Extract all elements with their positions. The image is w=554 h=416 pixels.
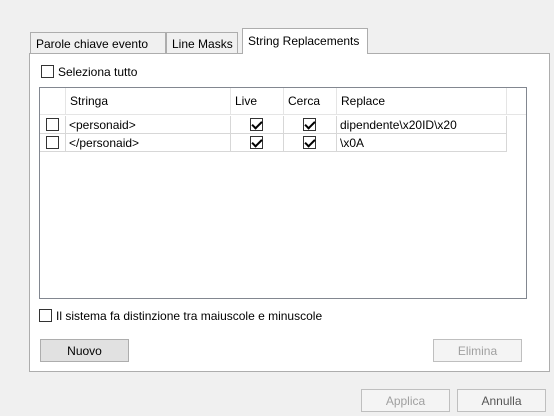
- table-row[interactable]: </personaid> \x0A: [40, 134, 526, 152]
- cerca-cell: [284, 134, 337, 152]
- new-button[interactable]: Nuovo: [40, 339, 129, 362]
- case-sensitive-checkbox[interactable]: [39, 309, 52, 322]
- header-replace[interactable]: Replace: [337, 88, 507, 114]
- header-cerca[interactable]: Cerca: [284, 88, 337, 114]
- header-stringa[interactable]: Stringa: [66, 88, 231, 114]
- select-all-checkbox[interactable]: [41, 65, 54, 78]
- replace-cell[interactable]: \x0A: [337, 134, 507, 152]
- table-row[interactable]: <personaid> dipendente\x20ID\x20: [40, 116, 526, 134]
- cancel-button[interactable]: Annulla: [457, 389, 546, 412]
- live-cell: [231, 116, 284, 134]
- row-select-checkbox[interactable]: [46, 118, 59, 131]
- header-live[interactable]: Live: [231, 88, 284, 114]
- select-all-label: Seleziona tutto: [58, 65, 138, 79]
- row-select-cell: [40, 134, 66, 152]
- cerca-checkbox[interactable]: [303, 136, 316, 149]
- cerca-cell: [284, 116, 337, 134]
- tab-event-keywords[interactable]: Parole chiave evento: [30, 32, 166, 54]
- live-cell: [231, 134, 284, 152]
- delete-button[interactable]: Elimina: [433, 339, 522, 362]
- case-sensitive-label: Il sistema fa distinzione tra maiuscole …: [56, 309, 323, 323]
- header-select[interactable]: [40, 88, 66, 114]
- stringa-cell[interactable]: <personaid>: [66, 116, 231, 134]
- table-header: Stringa Live Cerca Replace: [40, 88, 526, 115]
- string-replacements-table[interactable]: Stringa Live Cerca Replace <personaid> d…: [39, 87, 527, 299]
- string-replacements-panel: Seleziona tutto Stringa Live Cerca Repla…: [29, 53, 550, 372]
- cerca-checkbox[interactable]: [303, 118, 316, 131]
- tab-line-masks[interactable]: Line Masks: [166, 32, 238, 54]
- replace-cell[interactable]: dipendente\x20ID\x20: [337, 116, 507, 134]
- apply-button[interactable]: Applica: [361, 389, 450, 412]
- tab-strip: Parole chiave evento Line Masks String R…: [30, 28, 390, 54]
- row-select-cell: [40, 116, 66, 134]
- live-checkbox[interactable]: [250, 136, 263, 149]
- row-select-checkbox[interactable]: [46, 136, 59, 149]
- tab-string-replacements[interactable]: String Replacements: [242, 28, 368, 54]
- live-checkbox[interactable]: [250, 118, 263, 131]
- stringa-cell[interactable]: </personaid>: [66, 134, 231, 152]
